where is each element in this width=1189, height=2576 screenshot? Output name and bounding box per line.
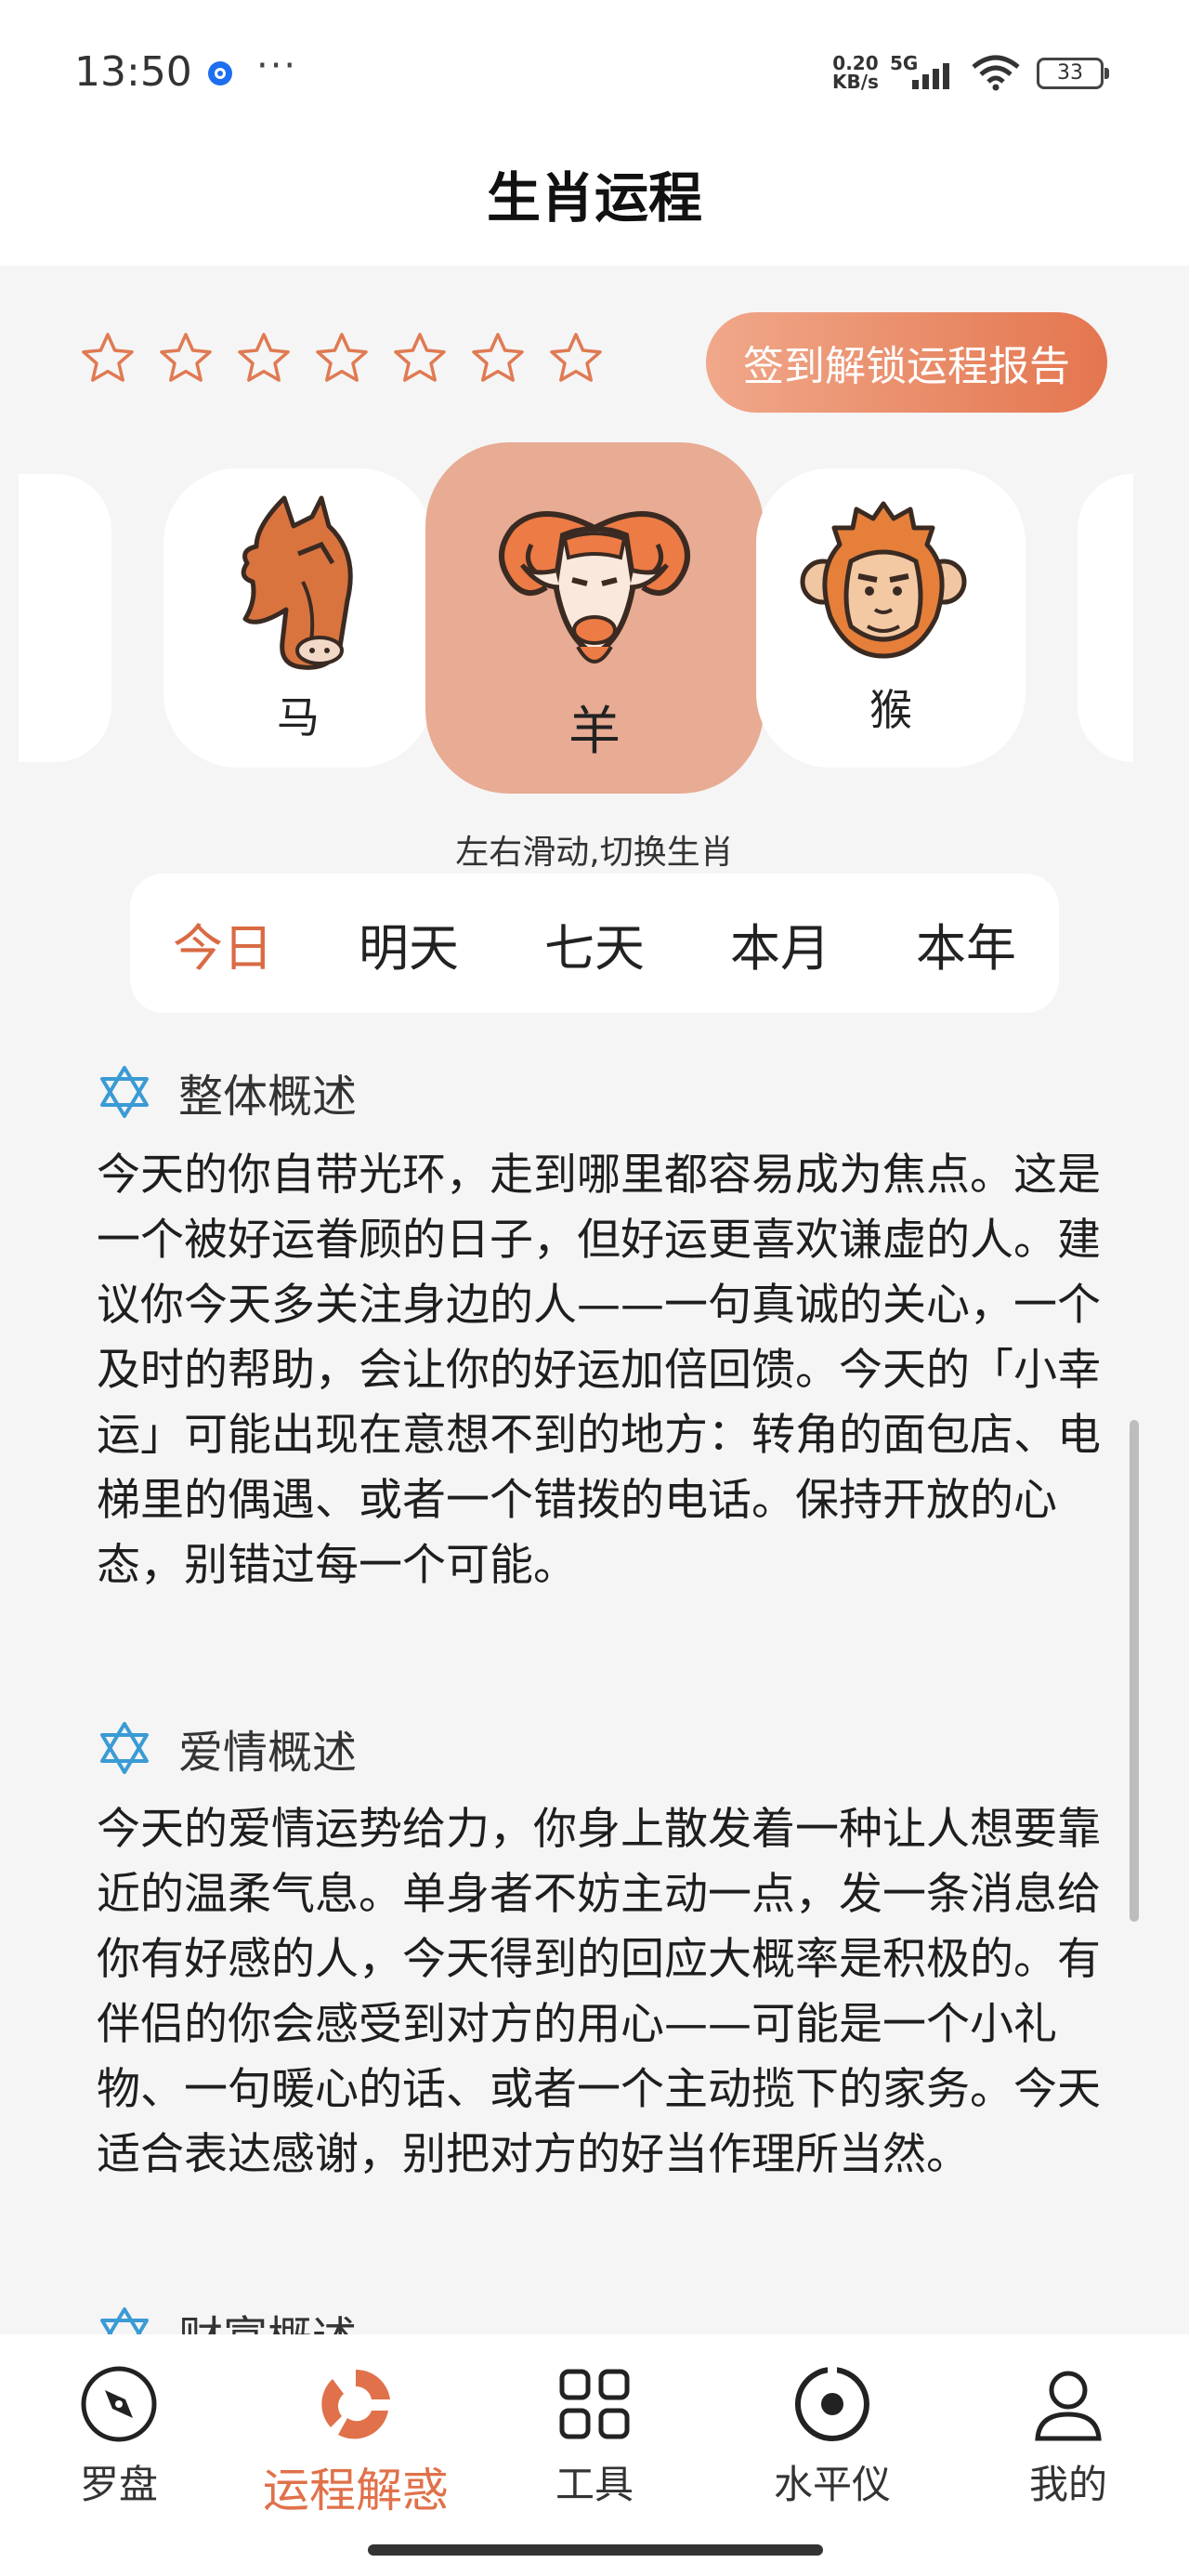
section-love-body: 今天的爱情运势给力，你身上散发着一种让人想要靠近的温柔气息。单身者不妨主动一点，… xyxy=(97,1804,1101,2180)
swipe-hint: 左右滑动,切换生肖 xyxy=(455,834,734,872)
net-speed: 0.20 KB/s xyxy=(832,52,879,93)
level-icon xyxy=(795,2366,869,2441)
wifi-icon xyxy=(972,55,1020,91)
monkey-icon xyxy=(800,501,967,659)
star-icon xyxy=(82,333,134,382)
star-icon xyxy=(160,333,212,382)
star-icon xyxy=(394,333,446,382)
star-icon xyxy=(238,333,290,382)
nav-label: 工具 xyxy=(555,2462,634,2507)
user-icon xyxy=(1035,2371,1102,2441)
header: 生肖运程 xyxy=(0,130,1189,266)
zodiac-card-monkey[interactable]: 猴 xyxy=(756,468,1026,768)
nav-compass[interactable]: 罗盘 xyxy=(26,2362,212,2510)
tab-tomorrow[interactable]: 明天 xyxy=(349,907,468,980)
nav-label: 运程解惑 xyxy=(263,2464,449,2517)
zodiac-card-partial-right[interactable] xyxy=(1078,474,1133,762)
signal-icon xyxy=(912,63,949,89)
compass-icon xyxy=(81,2366,157,2442)
section-overall-header: 整体概述 xyxy=(97,1059,357,1124)
grid-icon xyxy=(559,2369,630,2439)
tab-today[interactable]: 今日 xyxy=(163,907,282,980)
app-notification-icon xyxy=(208,61,232,85)
page-title: 生肖运程 xyxy=(486,166,702,230)
bottom-nav: 罗盘 运程解惑 工具 水平仪 我的 xyxy=(0,2334,1189,2576)
star-icon xyxy=(316,333,368,382)
zodiac-label-horse: 马 xyxy=(277,692,320,743)
nav-label: 罗盘 xyxy=(79,2462,158,2507)
tab-this-year[interactable]: 本年 xyxy=(907,907,1026,980)
unlock-report-button[interactable]: 签到解锁运程报告 xyxy=(706,312,1107,413)
tab-seven-days[interactable]: 七天 xyxy=(535,907,654,980)
scrollbar[interactable] xyxy=(1130,1420,1139,1922)
rating-stars xyxy=(80,331,604,387)
zodiac-card-partial-left[interactable] xyxy=(19,474,111,762)
period-tabs: 今日 明天 七天 本月 本年 xyxy=(130,874,1059,1013)
star-icon xyxy=(472,333,524,382)
section-overall-body: 今天的你自带光环，走到哪里都容易成为焦点。这是一个被好运眷顾的日子，但好运更喜欢… xyxy=(97,1150,1101,1591)
nav-label: 水平仪 xyxy=(773,2462,891,2507)
nav-profile[interactable]: 我的 xyxy=(975,2362,1161,2510)
section-title: 整体概述 xyxy=(178,1071,358,1123)
star-of-david-icon xyxy=(100,1066,149,1118)
zodiac-card-goat[interactable]: 羊 xyxy=(425,442,764,794)
nav-fortune[interactable]: 运程解惑 xyxy=(249,2362,463,2520)
zodiac-label-monkey: 猴 xyxy=(869,685,912,735)
star-icon xyxy=(550,333,602,382)
tab-this-month[interactable]: 本月 xyxy=(721,907,840,980)
status-time: 13:50 xyxy=(74,48,192,96)
nav-level[interactable]: 水平仪 xyxy=(739,2362,925,2510)
section-title: 爱情概述 xyxy=(178,1727,358,1779)
star-of-david-icon xyxy=(100,1722,149,1774)
fortune-icon xyxy=(321,2369,390,2439)
nav-label: 我的 xyxy=(1028,2462,1107,2507)
more-notifications-icon: ··· xyxy=(256,45,298,87)
horse-icon xyxy=(241,495,353,670)
home-indicator xyxy=(368,2544,823,2556)
section-love-header: 爱情概述 xyxy=(97,1715,357,1781)
nav-tools[interactable]: 工具 xyxy=(502,2362,687,2510)
zodiac-card-horse[interactable]: 马 xyxy=(163,468,433,768)
battery-icon: 33 xyxy=(1037,58,1109,89)
goat-icon xyxy=(499,511,690,664)
status-bar: 13:50 ··· 0.20 KB/s 5G 33 xyxy=(0,0,1189,130)
zodiac-label-goat: 羊 xyxy=(568,702,621,762)
